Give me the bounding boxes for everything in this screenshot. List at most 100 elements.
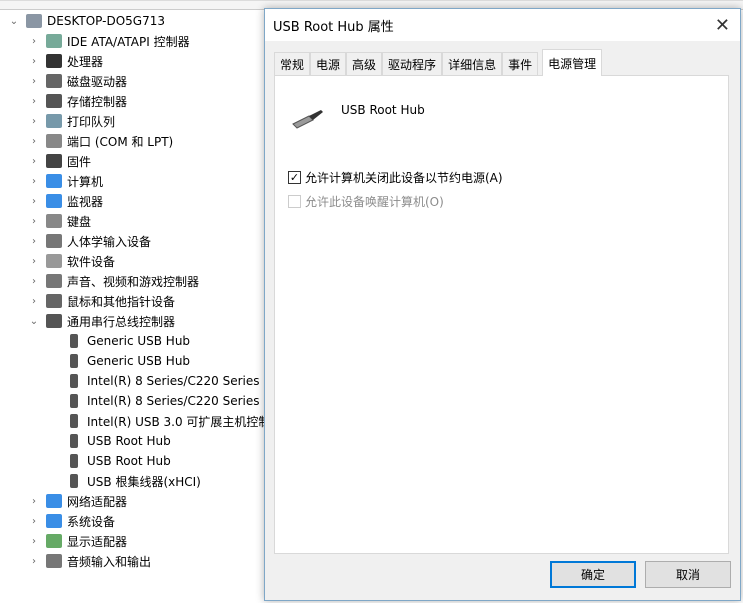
tree-item-label: Intel(R) 8 Series/C220 Series U: [87, 374, 273, 388]
tree-item-label: Generic USB Hub: [87, 354, 191, 368]
tab-0[interactable]: 常规: [274, 52, 311, 76]
usb-plug-icon: [70, 394, 78, 408]
chevron-right-icon[interactable]: ›: [28, 96, 40, 107]
chevron-right-icon[interactable]: ›: [28, 156, 40, 167]
allow-power-off-checkbox[interactable]: ✓ 允许计算机关闭此设备以节约电源(A): [288, 169, 503, 186]
device-name: USB Root Hub: [341, 103, 425, 117]
chevron-right-icon[interactable]: ›: [28, 76, 40, 87]
tree-item-usb-device[interactable]: Intel(R) 8 Series/C220 Series U: [66, 371, 272, 391]
tree-item[interactable]: › 端口 (COM 和 LPT): [28, 131, 173, 151]
tree-item-usb-device[interactable]: Intel(R) USB 3.0 可扩展主机控制: [66, 411, 270, 431]
chevron-right-icon[interactable]: ›: [28, 136, 40, 147]
chevron-right-icon[interactable]: ›: [28, 176, 40, 187]
tree-item-label: 鼠标和其他指针设备: [67, 294, 176, 309]
tree-item[interactable]: › 网络适配器: [28, 491, 127, 511]
chevron-right-icon[interactable]: ›: [28, 556, 40, 567]
tree-item[interactable]: › 软件设备: [28, 251, 115, 271]
tree-item-label: IDE ATA/ATAPI 控制器: [67, 34, 190, 49]
tree-root[interactable]: ⌄ DESKTOP-DO5G713: [8, 11, 165, 31]
tree-item[interactable]: › 声音、视频和游戏控制器: [28, 271, 199, 291]
device-category-icon: [46, 554, 62, 568]
chevron-right-icon[interactable]: ›: [28, 56, 40, 67]
ok-button[interactable]: 确定: [550, 561, 636, 588]
tree-item-label: Generic USB Hub: [87, 334, 191, 348]
tree-item-usb-device[interactable]: USB 根集线器(xHCI): [66, 471, 201, 491]
tree-item-label: 网络适配器: [67, 494, 128, 509]
close-icon[interactable]: ✕: [715, 15, 730, 36]
tab-1[interactable]: 电源: [310, 52, 347, 76]
tab-5[interactable]: 事件: [502, 52, 539, 76]
device-category-icon: [46, 34, 62, 48]
tree-item[interactable]: › 鼠标和其他指针设备: [28, 291, 175, 311]
tree-item[interactable]: › 计算机: [28, 171, 103, 191]
computer-icon: [26, 14, 42, 28]
tree-item-label: 人体学输入设备: [67, 234, 152, 249]
tree-item-label: 处理器: [67, 54, 104, 69]
tree-item-usb-device[interactable]: USB Root Hub: [66, 451, 171, 471]
usb-plug-icon: [70, 354, 78, 368]
chevron-right-icon[interactable]: ›: [28, 216, 40, 227]
tree-root-label: DESKTOP-DO5G713: [47, 14, 165, 28]
device-category-icon: [46, 314, 62, 328]
tab-panel-power-management: USB Root Hub ✓ 允许计算机关闭此设备以节约电源(A) 允许此设备唤…: [274, 75, 729, 554]
tree-item-usb-device[interactable]: Intel(R) 8 Series/C220 Series U: [66, 391, 272, 411]
chevron-right-icon[interactable]: ›: [28, 496, 40, 507]
tab-3[interactable]: 驱动程序: [382, 52, 443, 76]
tree-item[interactable]: › 处理器: [28, 51, 103, 71]
tree-item-label: 音频输入和输出: [67, 554, 152, 569]
tree-item-usb-device[interactable]: USB Root Hub: [66, 431, 171, 451]
tree-item-label: 显示适配器: [67, 534, 128, 549]
chevron-right-icon[interactable]: ›: [28, 516, 40, 527]
tree-item-label: 通用串行总线控制器: [67, 314, 176, 329]
tree-item-label: USB 根集线器(xHCI): [87, 474, 201, 489]
device-category-icon: [46, 134, 62, 148]
device-category-icon: [46, 194, 62, 208]
allow-wake-checkbox: 允许此设备唤醒计算机(O): [288, 193, 444, 210]
tree-item[interactable]: › 固件: [28, 151, 91, 171]
device-category-icon: [46, 534, 62, 548]
chevron-right-icon[interactable]: ›: [28, 276, 40, 287]
tree-item-label: 软件设备: [67, 254, 116, 269]
device-category-icon: [46, 214, 62, 228]
chevron-right-icon[interactable]: ›: [28, 196, 40, 207]
device-category-icon: [46, 294, 62, 308]
tree-item[interactable]: ⌄ 通用串行总线控制器: [28, 311, 175, 331]
tree-item[interactable]: › 系统设备: [28, 511, 115, 531]
tab-2[interactable]: 高级: [346, 52, 383, 76]
tree-item[interactable]: › 磁盘驱动器: [28, 71, 127, 91]
checkbox-checked-icon[interactable]: ✓: [288, 171, 301, 184]
tree-item-label: Intel(R) 8 Series/C220 Series U: [87, 394, 273, 408]
tab-4[interactable]: 详细信息: [442, 52, 503, 76]
chevron-right-icon[interactable]: ›: [28, 36, 40, 47]
chevron-right-icon[interactable]: ›: [28, 256, 40, 267]
chevron-right-icon[interactable]: ›: [28, 536, 40, 547]
chevron-down-icon[interactable]: ⌄: [8, 16, 20, 27]
tree-item[interactable]: › 监视器: [28, 191, 103, 211]
chevron-right-icon[interactable]: ›: [28, 296, 40, 307]
tree-item-usb-device[interactable]: Generic USB Hub: [66, 351, 190, 371]
allow-power-off-label: 允许计算机关闭此设备以节约电源(A): [305, 171, 503, 185]
device-category-icon: [46, 174, 62, 188]
tree-item[interactable]: › 键盘: [28, 211, 91, 231]
chevron-right-icon[interactable]: ›: [28, 116, 40, 127]
tree-item-label: 固件: [67, 154, 92, 169]
cancel-button[interactable]: 取消: [645, 561, 731, 588]
tree-item[interactable]: › 显示适配器: [28, 531, 127, 551]
chevron-down-icon[interactable]: ⌄: [28, 316, 40, 327]
properties-dialog: USB Root Hub 属性 ✕ 常规 电源 高级 驱动程序 详细信息 事件 电源管理 U…: [264, 8, 741, 601]
tree-item-label: USB Root Hub: [87, 434, 171, 448]
chevron-right-icon[interactable]: ›: [28, 236, 40, 247]
tree-item[interactable]: › 打印队列: [28, 111, 115, 131]
tree-item-label: 存储控制器: [67, 94, 128, 109]
usb-plug-icon: [70, 374, 78, 388]
device-category-icon: [46, 514, 62, 528]
tree-item[interactable]: › IDE ATA/ATAPI 控制器: [28, 31, 190, 51]
device-category-icon: [46, 274, 62, 288]
tree-item[interactable]: › 音频输入和输出: [28, 551, 151, 571]
tree-item[interactable]: › 存储控制器: [28, 91, 127, 111]
tree-item-usb-device[interactable]: Generic USB Hub: [66, 331, 190, 351]
tree-item[interactable]: › 人体学输入设备: [28, 231, 151, 251]
tree-item-label: 打印队列: [67, 114, 116, 129]
tab-6[interactable]: 电源管理: [542, 49, 603, 76]
tree-item-label: 计算机: [67, 174, 104, 189]
